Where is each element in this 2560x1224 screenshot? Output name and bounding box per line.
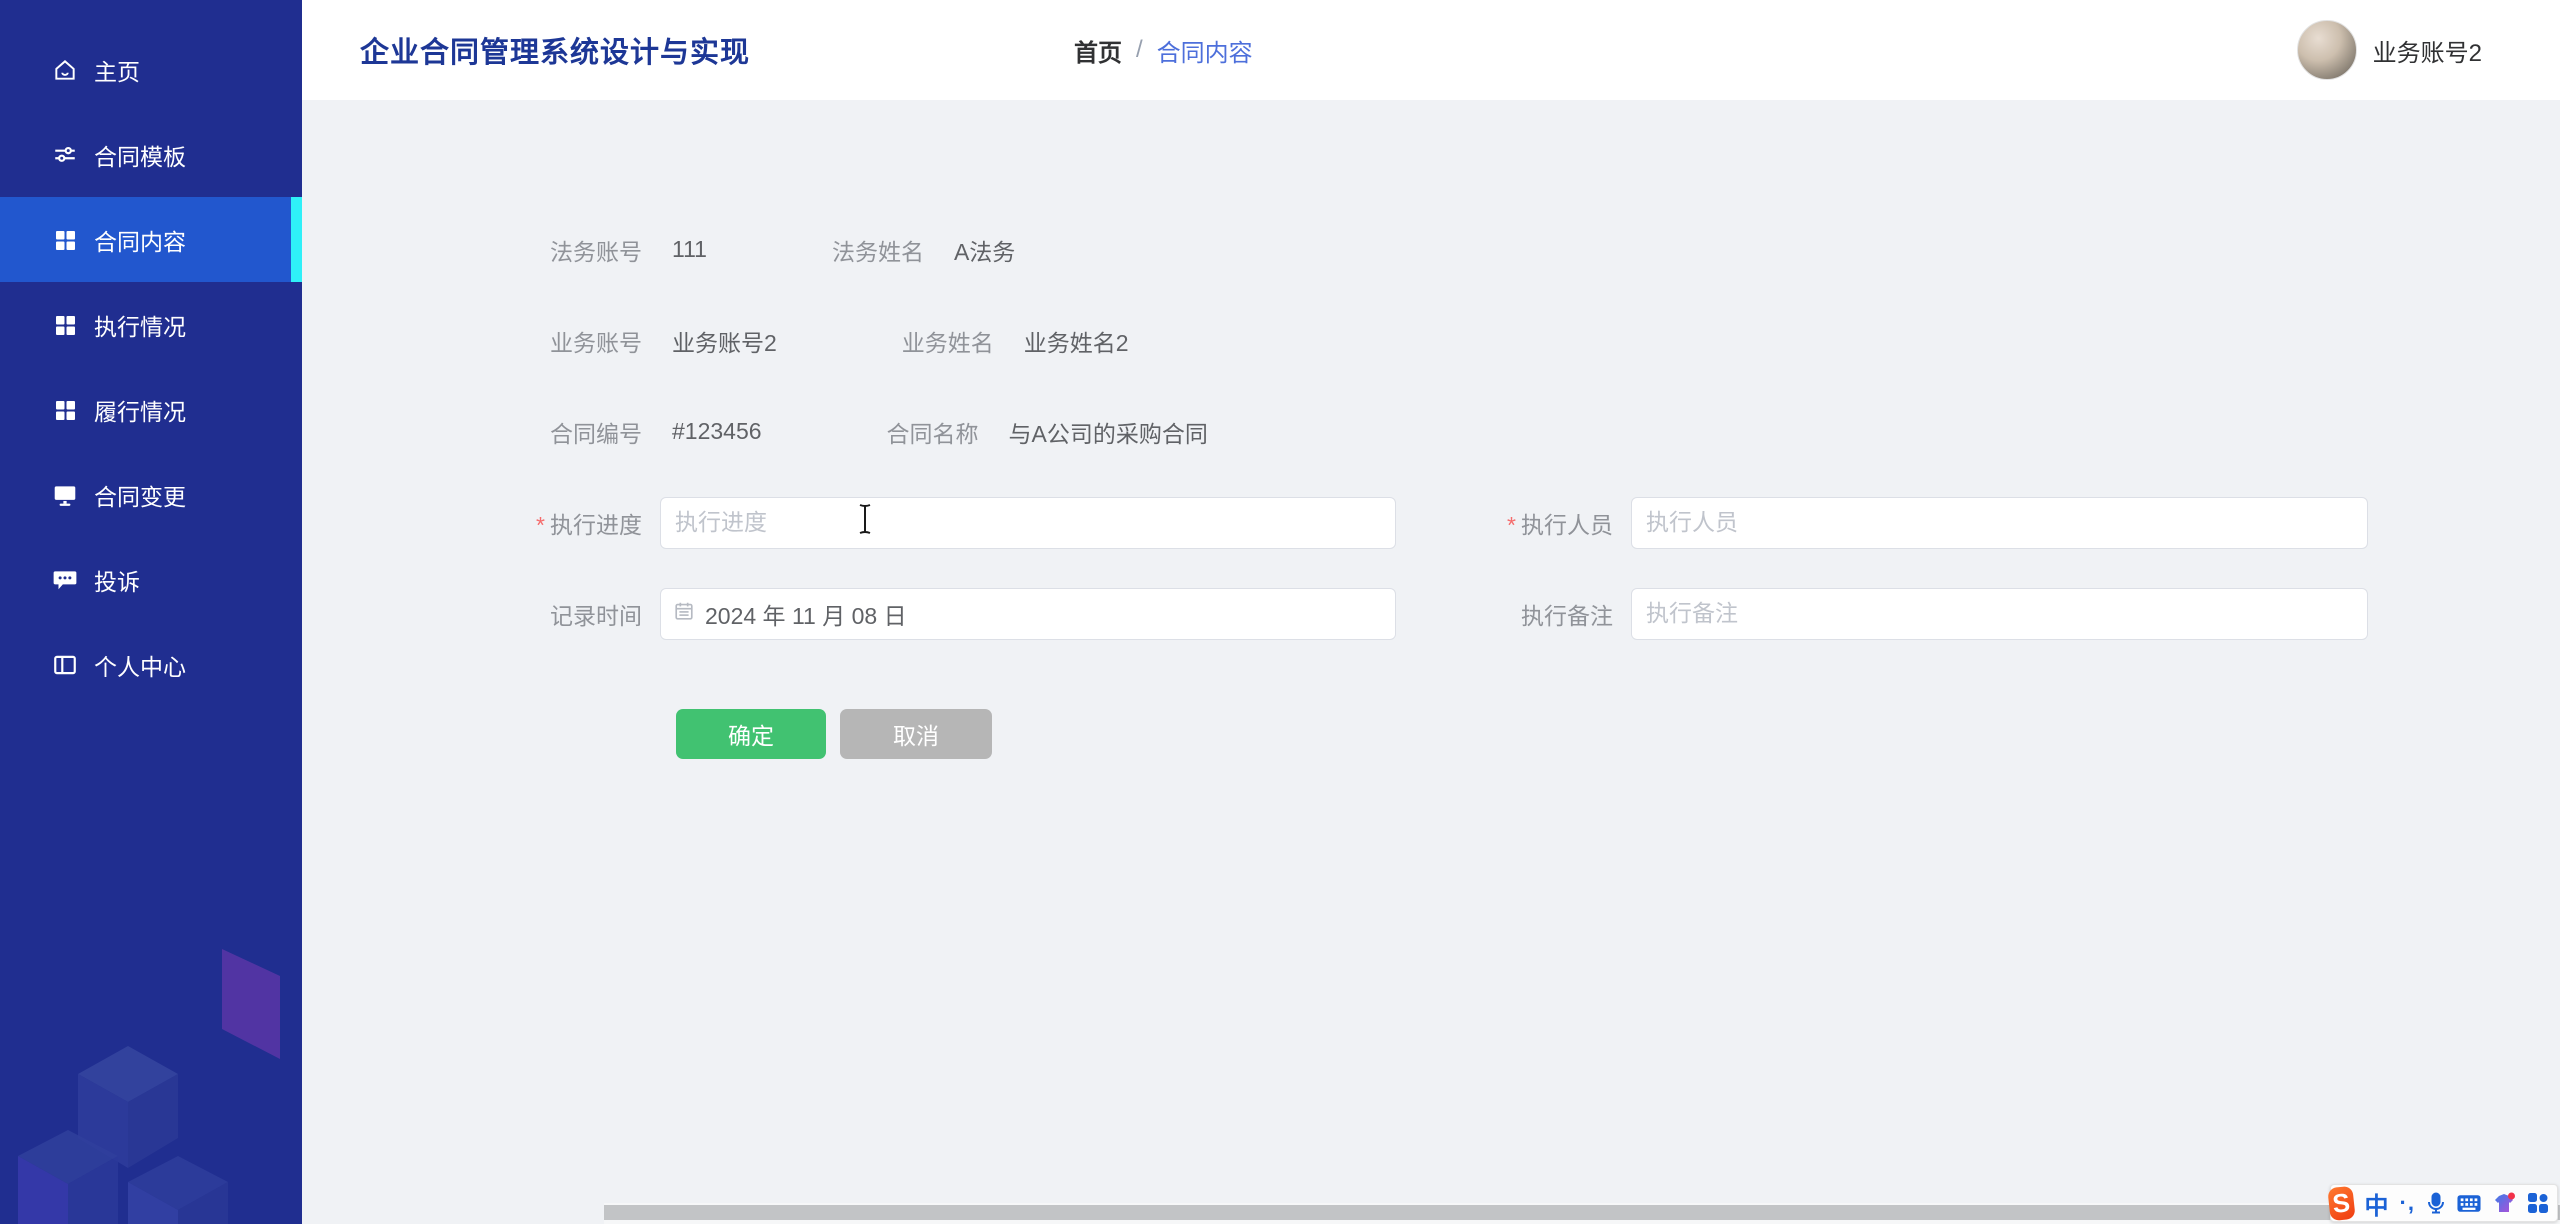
breadcrumb-current: 合同内容 <box>1157 33 1253 68</box>
sidebar-item-label: 主页 <box>94 53 140 87</box>
field-label: 业务姓名 <box>777 324 1012 358</box>
field-label: 法务账号 <box>302 233 660 267</box>
sidebar-decoration-cubes <box>0 924 302 1224</box>
breadcrumb-home-link[interactable]: 首页 <box>1074 33 1122 68</box>
form-actions: 确定 取消 <box>676 709 2560 759</box>
breadcrumb-separator: / <box>1136 36 1143 64</box>
sogou-logo-icon[interactable]: S <box>2327 1185 2355 1220</box>
form-row: *执行进度 *执行人员 <box>302 477 2560 568</box>
calendar-icon <box>673 600 695 628</box>
toolbox-icon[interactable] <box>2527 1191 2549 1215</box>
top-header: 企业合同管理系统设计与实现 首页 / 合同内容 业务账号2 <box>302 0 2560 100</box>
form-row: 合同编号 #123456 合同名称 与A公司的采购合同 <box>302 386 2560 477</box>
microphone-icon[interactable] <box>2426 1191 2446 1215</box>
grid-icon <box>52 312 78 338</box>
business-account-field: 业务账号 业务账号2 <box>302 324 777 358</box>
main-area: 企业合同管理系统设计与实现 首页 / 合同内容 业务账号2 法务账号 111 <box>302 0 2560 1224</box>
breadcrumb: 首页 / 合同内容 <box>1074 0 1253 100</box>
confirm-button[interactable]: 确定 <box>676 709 826 759</box>
sidebar-item-execution-status[interactable]: 执行情况 <box>0 282 302 367</box>
contract-execution-form: 法务账号 111 法务姓名 A法务 业务账号 业务账号2 业务姓名 <box>302 100 2560 759</box>
sidebar-item-contract-change[interactable]: 合同变更 <box>0 452 302 537</box>
business-name-field: 业务姓名 业务姓名2 <box>777 324 1129 358</box>
field-label: 业务账号 <box>302 324 660 358</box>
sliders-icon <box>52 142 78 168</box>
sidebar-item-personal-center[interactable]: 个人中心 <box>0 622 302 707</box>
contract-number-field: 合同编号 #123456 <box>302 415 762 449</box>
avatar[interactable] <box>2297 20 2357 80</box>
field-label: 记录时间 <box>302 597 660 631</box>
record-time-field: 记录时间 2024 年 11 月 08 日 <box>302 588 1396 640</box>
user-menu[interactable]: 业务账号2 <box>2297 0 2482 100</box>
horizontal-scrollbar[interactable] <box>604 1203 2560 1224</box>
field-label: 合同编号 <box>302 415 660 449</box>
record-time-date-picker[interactable]: 2024 年 11 月 08 日 <box>660 588 1396 640</box>
sidebar-item-label: 投诉 <box>94 563 140 597</box>
sidebar-item-label: 合同变更 <box>94 478 186 512</box>
date-value: 2024 年 11 月 08 日 <box>705 597 907 631</box>
grid-icon <box>52 227 78 253</box>
sidebar-item-contract-content[interactable]: 合同内容 <box>0 197 302 282</box>
profile-icon <box>52 652 78 678</box>
content-area: 法务账号 111 法务姓名 A法务 业务账号 业务账号2 业务姓名 <box>302 100 2560 1224</box>
sidebar-item-contract-template[interactable]: 合同模板 <box>0 112 302 197</box>
exec-progress-field: *执行进度 <box>302 497 1396 549</box>
exec-person-input[interactable] <box>1631 497 2368 549</box>
cancel-button[interactable]: 取消 <box>840 709 992 759</box>
field-value: 与A公司的采购合同 <box>997 415 1208 449</box>
form-row: 业务账号 业务账号2 业务姓名 业务姓名2 <box>302 295 2560 386</box>
sidebar-item-label: 个人中心 <box>94 648 186 682</box>
form-row: 记录时间 2024 年 11 月 08 日 执行备注 <box>302 568 2560 659</box>
exec-person-field: *执行人员 <box>1396 497 2368 549</box>
required-marker: * <box>536 512 545 538</box>
exec-remark-input[interactable] <box>1631 588 2368 640</box>
sidebar-item-complaint[interactable]: 投诉 <box>0 537 302 622</box>
ime-toolbar: S 中 ·, <box>2330 1184 2558 1222</box>
skin-icon[interactable] <box>2492 1191 2516 1215</box>
legal-account-field: 法务账号 111 <box>302 233 707 267</box>
app-window: 主页 合同模板 合同内容 执行情况 <box>0 0 2560 1224</box>
ime-punctuation-toggle[interactable]: ·, <box>2400 1190 2415 1216</box>
field-label: 合同名称 <box>762 415 997 449</box>
field-label: 执行备注 <box>1396 597 1631 631</box>
exec-progress-input[interactable] <box>660 497 1396 549</box>
contract-name-field: 合同名称 与A公司的采购合同 <box>762 415 1208 449</box>
field-label: *执行进度 <box>302 506 660 540</box>
sidebar-item-label: 合同模板 <box>94 138 186 172</box>
field-value: A法务 <box>942 233 1015 267</box>
sidebar-item-label: 履行情况 <box>94 393 186 427</box>
sidebar: 主页 合同模板 合同内容 执行情况 <box>0 0 302 1224</box>
sidebar-item-label: 合同内容 <box>94 223 186 257</box>
legal-name-field: 法务姓名 A法务 <box>707 233 1015 267</box>
monitor-icon <box>52 482 78 508</box>
sidebar-item-performance-status[interactable]: 履行情况 <box>0 367 302 452</box>
form-row: 法务账号 111 法务姓名 A法务 <box>302 204 2560 295</box>
sidebar-item-home[interactable]: 主页 <box>0 27 302 112</box>
keyboard-icon[interactable] <box>2457 1191 2481 1215</box>
required-marker: * <box>1507 512 1516 538</box>
scrollbar-thumb[interactable] <box>604 1205 2560 1220</box>
chat-icon <box>52 567 78 593</box>
grid-icon <box>52 397 78 423</box>
field-value: 业务账号2 <box>660 324 777 358</box>
field-label: *执行人员 <box>1396 506 1631 540</box>
field-label: 法务姓名 <box>707 233 942 267</box>
ime-language-mode[interactable]: 中 <box>2365 1186 2389 1221</box>
exec-remark-field: 执行备注 <box>1396 588 2368 640</box>
field-value: #123456 <box>660 418 762 445</box>
field-value: 业务姓名2 <box>1012 324 1129 358</box>
username: 业务账号2 <box>2373 33 2482 68</box>
field-value: 111 <box>660 236 707 263</box>
home-icon <box>52 57 78 83</box>
sidebar-item-label: 执行情况 <box>94 308 186 342</box>
sidebar-menu: 主页 合同模板 合同内容 执行情况 <box>0 0 302 707</box>
page-title: 企业合同管理系统设计与实现 <box>360 29 750 71</box>
